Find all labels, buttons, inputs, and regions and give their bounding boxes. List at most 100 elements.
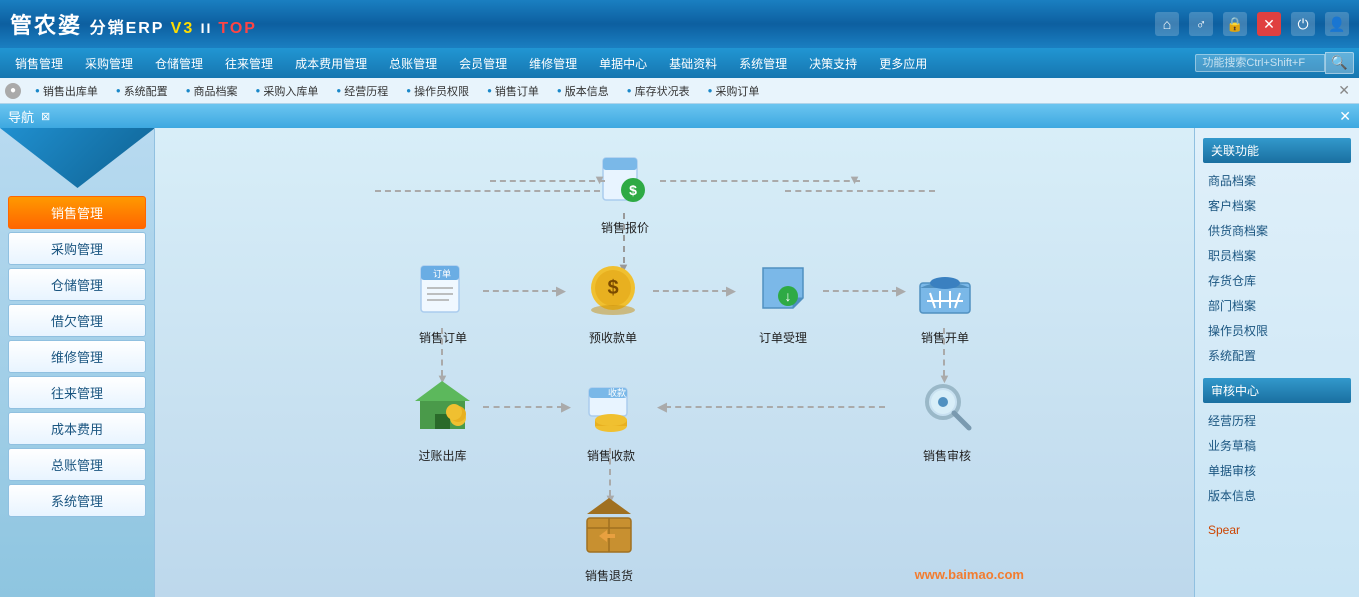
sidebar-item-repair[interactable]: 维修管理 bbox=[8, 340, 146, 373]
tab-purchase-order[interactable]: 采购订单 bbox=[700, 81, 768, 101]
nav-warehouse[interactable]: 仓储管理 bbox=[145, 51, 213, 76]
nav-base[interactable]: 基础资料 bbox=[659, 51, 727, 76]
person-icon[interactable]: 👤 bbox=[1325, 12, 1349, 36]
link-goods[interactable]: 商品档案 bbox=[1203, 168, 1351, 193]
arrow-accept-open: ▶ bbox=[823, 290, 898, 292]
tab-operator[interactable]: 操作员权限 bbox=[398, 81, 477, 101]
link-sysconfig[interactable]: 系统配置 bbox=[1203, 343, 1351, 368]
left-sidebar: 销售管理 采购管理 仓储管理 借欠管理 维修管理 往来管理 成本费用 总账管理 … bbox=[0, 128, 155, 597]
sub-nav-tab-icon: ⊠ bbox=[41, 110, 50, 123]
nav-ledger[interactable]: 总账管理 bbox=[379, 51, 447, 76]
sales-return-label: 销售退货 bbox=[585, 567, 633, 584]
prepay-label: 预收款单 bbox=[589, 329, 637, 346]
tab-close-button[interactable]: ✕ bbox=[1334, 82, 1354, 99]
sub-nav-close-button[interactable]: ✕ bbox=[1339, 108, 1351, 125]
search-button[interactable]: 🔍 bbox=[1325, 52, 1354, 74]
audit-center-title: 审核中心 bbox=[1203, 378, 1351, 403]
node-order-accept[interactable]: ↓ 订单受理 bbox=[753, 258, 813, 346]
sales-open-icon bbox=[915, 258, 975, 325]
nav-more[interactable]: 更多应用 bbox=[869, 51, 937, 76]
nav-docs[interactable]: 单据中心 bbox=[589, 51, 657, 76]
right-panel: 关联功能 商品档案 客户档案 供货商档案 职员档案 存货仓库 部门档案 操作员权… bbox=[1194, 128, 1359, 597]
link-history[interactable]: 经营历程 bbox=[1203, 408, 1351, 433]
header: 管农婆 分销ERP V3 II TOP ⌂ ♂ 🔒 ✕ ⏻ 👤 bbox=[0, 0, 1359, 48]
link-staff[interactable]: 职员档案 bbox=[1203, 243, 1351, 268]
node-sales-audit[interactable]: 销售审核 bbox=[917, 376, 977, 464]
link-customer[interactable]: 客户档案 bbox=[1203, 193, 1351, 218]
watermark: www.baimao.com bbox=[915, 567, 1024, 582]
sub-nav: 导航 ⊠ ✕ bbox=[0, 104, 1359, 128]
home-icon[interactable]: ⌂ bbox=[1155, 12, 1179, 36]
header-icons: ⌂ ♂ 🔒 ✕ ⏻ 👤 bbox=[1155, 12, 1349, 36]
arrow-quote-down bbox=[623, 213, 625, 263]
arrow-order-shipout: ▼ bbox=[441, 328, 443, 376]
sidebar-item-debt[interactable]: 借欠管理 bbox=[8, 304, 146, 337]
order-accept-label: 订单受理 bbox=[759, 329, 807, 346]
close-icon[interactable]: ✕ bbox=[1257, 12, 1281, 36]
sidebar-item-warehouse[interactable]: 仓储管理 bbox=[8, 268, 146, 301]
nav-sales[interactable]: 销售管理 bbox=[5, 51, 73, 76]
logo: 管农婆 分销ERP V3 II TOP bbox=[10, 8, 1155, 40]
sales-audit-label: 销售审核 bbox=[923, 447, 971, 464]
svg-text:↓: ↓ bbox=[785, 288, 792, 304]
nav-member[interactable]: 会员管理 bbox=[449, 51, 517, 76]
power-icon[interactable]: ⏻ bbox=[1291, 12, 1315, 36]
nav-contacts[interactable]: 往来管理 bbox=[215, 51, 283, 76]
arrow-quote-left bbox=[375, 190, 600, 192]
arrow-h-left-quote: ▼ bbox=[490, 180, 605, 182]
tab-version[interactable]: 版本信息 bbox=[549, 81, 617, 101]
node-sales-collect[interactable]: 收款 销售收款 bbox=[581, 376, 641, 464]
arrow-prepay-accept: ▶ bbox=[653, 290, 728, 292]
tab-history[interactable]: 经营历程 bbox=[328, 81, 396, 101]
sidebar-item-ledger[interactable]: 总账管理 bbox=[8, 448, 146, 481]
nav-system[interactable]: 系统管理 bbox=[729, 51, 797, 76]
workflow-canvas: $ 销售报价 ▼ ▼ bbox=[155, 128, 1194, 597]
shipout-label: 过账出库 bbox=[418, 447, 466, 464]
tab-goods[interactable]: 商品档案 bbox=[178, 81, 246, 101]
sales-return-icon bbox=[579, 496, 639, 563]
sub-nav-label: 导航 bbox=[8, 107, 34, 126]
link-dept[interactable]: 部门档案 bbox=[1203, 293, 1351, 318]
sidebar-item-purchase[interactable]: 采购管理 bbox=[8, 232, 146, 265]
arrow-order-prepay: ▶ bbox=[483, 290, 558, 292]
arrow-quote-right bbox=[785, 190, 935, 192]
sidebar-item-sales[interactable]: 销售管理 bbox=[8, 196, 146, 229]
sales-order-icon: 订单 bbox=[413, 258, 473, 325]
lock-icon[interactable]: 🔒 bbox=[1223, 12, 1247, 36]
svg-text:订单: 订单 bbox=[433, 268, 451, 279]
sidebar-decoration bbox=[0, 128, 155, 188]
link-doc-audit[interactable]: 单据审核 bbox=[1203, 458, 1351, 483]
tab-inventory-status[interactable]: 库存状况表 bbox=[619, 81, 698, 101]
tab-purchase-in[interactable]: 采购入库单 bbox=[248, 81, 327, 101]
node-sales-quote[interactable]: $ 销售报价 bbox=[595, 148, 655, 236]
node-sales-open[interactable]: 销售开单 bbox=[915, 258, 975, 346]
link-supplier[interactable]: 供货商档案 bbox=[1203, 218, 1351, 243]
nav-purchase[interactable]: 采购管理 bbox=[75, 51, 143, 76]
node-sales-return[interactable]: 销售退货 bbox=[579, 496, 639, 584]
nav-cost[interactable]: 成本费用管理 bbox=[285, 51, 377, 76]
tab-sales-out[interactable]: 销售出库单 bbox=[27, 81, 106, 101]
sidebar-item-contacts[interactable]: 往来管理 bbox=[8, 376, 146, 409]
search-input[interactable] bbox=[1195, 54, 1325, 72]
link-draft[interactable]: 业务草稿 bbox=[1203, 433, 1351, 458]
search-area: 🔍 bbox=[1195, 52, 1354, 74]
tab-sales-order[interactable]: 销售订单 bbox=[479, 81, 547, 101]
link-operator[interactable]: 操作员权限 bbox=[1203, 318, 1351, 343]
main-area: 销售管理 采购管理 仓储管理 借欠管理 维修管理 往来管理 成本费用 总账管理 … bbox=[0, 128, 1359, 597]
user-icon[interactable]: ♂ bbox=[1189, 12, 1213, 36]
tab-bar: ● 销售出库单 系统配置 商品档案 采购入库单 经营历程 操作员权限 销售订单 … bbox=[0, 78, 1359, 104]
node-prepay[interactable]: $ 预收款单 bbox=[583, 258, 643, 346]
nav-repair[interactable]: 维修管理 bbox=[519, 51, 587, 76]
node-sales-order[interactable]: 订单 销售订单 bbox=[413, 258, 473, 346]
link-warehouse[interactable]: 存货仓库 bbox=[1203, 268, 1351, 293]
nav-decision[interactable]: 决策支持 bbox=[799, 51, 867, 76]
tab-sys-config[interactable]: 系统配置 bbox=[108, 81, 176, 101]
shipout-icon bbox=[410, 376, 475, 443]
svg-text:$: $ bbox=[629, 182, 637, 198]
tab-bar-icon: ● bbox=[5, 83, 21, 99]
node-shipout[interactable]: 过账出库 bbox=[410, 376, 475, 464]
sidebar-item-cost[interactable]: 成本费用 bbox=[8, 412, 146, 445]
arrow-collect-return: ▼ bbox=[609, 448, 611, 496]
sidebar-item-system[interactable]: 系统管理 bbox=[8, 484, 146, 517]
link-version[interactable]: 版本信息 bbox=[1203, 483, 1351, 508]
